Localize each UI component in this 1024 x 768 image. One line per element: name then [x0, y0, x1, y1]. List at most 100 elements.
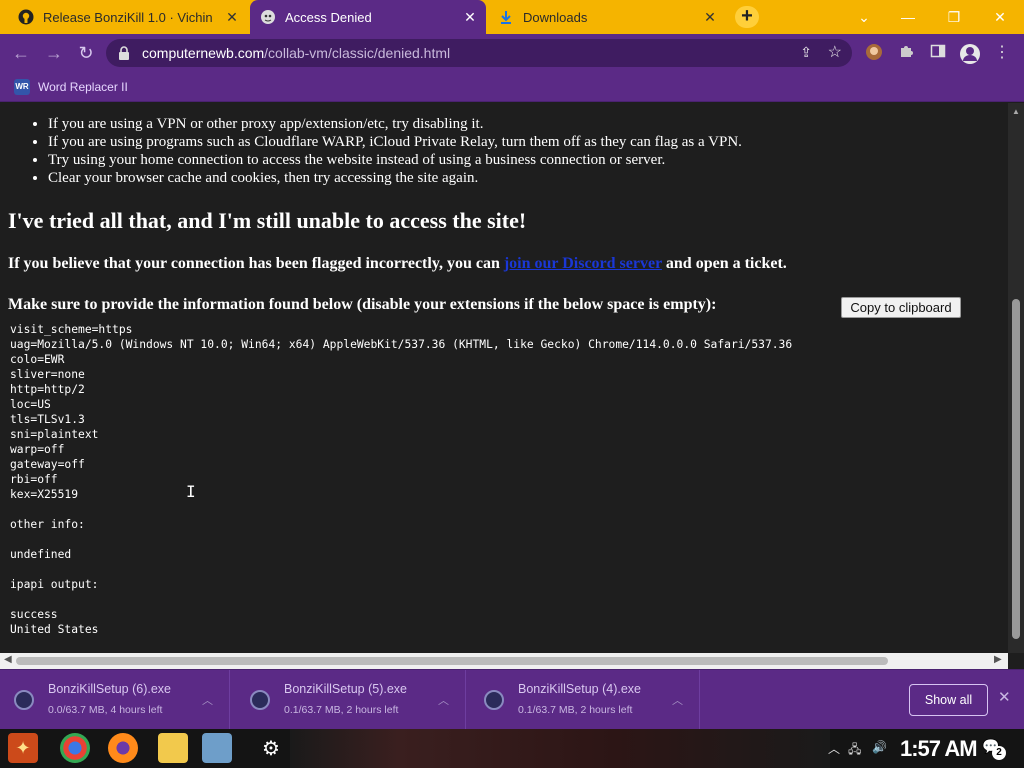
download-item[interactable]: BonziKillSetup (4).exe 0.1/63.7 MB, 2 ho… — [470, 670, 700, 730]
download-progress-text: 0.1/63.7 MB, 2 hours left — [518, 704, 633, 716]
tab-github-release[interactable]: Release BonziKill 1.0 · Vichingo455 ✕ — [8, 0, 248, 34]
download-progress-text: 0.0/63.7 MB, 4 hours left — [48, 704, 163, 716]
info-line — [10, 502, 1000, 517]
start-menu-icon[interactable]: ✦ — [8, 733, 38, 763]
chevron-up-icon[interactable]: ︿ — [438, 692, 449, 708]
maximize-button[interactable]: ❐ — [944, 7, 964, 27]
notification-icon[interactable]: 💬 2 — [982, 738, 1006, 760]
download-filename: BonziKillSetup (4).exe — [518, 682, 641, 696]
new-tab-button[interactable]: + — [735, 6, 759, 28]
info-paragraph: Make sure to provide the information fou… — [8, 296, 717, 313]
taskbar: ✦ ⚙ ︿ 🖧 🔊 1:57 AM 💬 2 — [0, 729, 1024, 768]
ticket-paragraph: If you believe that your connection has … — [8, 255, 787, 273]
installer-file-icon — [14, 690, 34, 710]
taskbar-wallpaper-band — [290, 729, 830, 768]
info-line: undefined — [10, 548, 72, 561]
download-shelf: BonziKillSetup (6).exe 0.0/63.7 MB, 4 ho… — [0, 669, 1024, 730]
menu-kebab-icon[interactable]: ⋮ — [992, 43, 1012, 63]
tab-close-icon[interactable]: ✕ — [702, 9, 718, 25]
close-window-button[interactable]: ✕ — [990, 7, 1010, 27]
vertical-scroll-thumb[interactable] — [1012, 299, 1020, 639]
volume-icon[interactable]: 🔊 — [872, 740, 887, 754]
discord-link[interactable]: join our Discord server — [504, 255, 662, 272]
list-item: If you are using programs such as Cloudf… — [48, 133, 742, 151]
info-line: uag=Mozilla/5.0 (Windows NT 10.0; Win64;… — [10, 338, 793, 351]
side-panel-icon[interactable] — [928, 43, 948, 63]
info-line: loc=US — [10, 398, 51, 411]
scroll-up-arrow-icon[interactable]: ▲ — [1012, 107, 1020, 116]
file-explorer-icon[interactable] — [158, 733, 188, 763]
paint-icon[interactable] — [202, 733, 232, 763]
github-icon — [18, 9, 34, 25]
share-icon[interactable]: ⇪ — [800, 44, 812, 61]
horizontal-scrollbar[interactable]: ◀ ▶ — [0, 653, 1008, 669]
tray-chevron-up-icon[interactable]: ︿ — [828, 740, 840, 757]
tab-close-icon[interactable]: ✕ — [224, 9, 240, 25]
horizontal-scroll-thumb[interactable] — [16, 657, 888, 665]
page-heading: I've tried all that, and I'm still unabl… — [8, 208, 527, 233]
info-line: gateway=off — [10, 458, 85, 471]
extension-avatar-icon[interactable] — [864, 43, 884, 63]
back-arrow-icon[interactable]: ← — [10, 42, 32, 64]
info-line — [10, 532, 1000, 547]
url-host: computernewb.com — [142, 45, 265, 61]
installer-file-icon — [250, 690, 270, 710]
extensions-puzzle-icon[interactable] — [896, 43, 916, 63]
word-replacer-icon: WR — [14, 79, 30, 95]
info-line: visit_scheme=https — [10, 323, 133, 336]
bookmark-label: Word Replacer II — [38, 80, 128, 94]
profile-avatar-icon[interactable] — [959, 43, 980, 64]
reload-icon[interactable]: ↻ — [75, 42, 97, 64]
minimize-button[interactable]: — — [898, 7, 918, 27]
download-item[interactable]: BonziKillSetup (6).exe 0.0/63.7 MB, 4 ho… — [0, 670, 230, 730]
tab-title: Release BonziKill 1.0 · Vichingo455 — [43, 9, 213, 25]
download-filename: BonziKillSetup (6).exe — [48, 682, 171, 696]
vertical-scrollbar[interactable]: ▲ — [1008, 103, 1024, 653]
copy-to-clipboard-button[interactable]: Copy to clipboard — [841, 297, 961, 318]
list-item: Try using your home connection to access… — [48, 151, 742, 169]
chevron-up-icon[interactable]: ︿ — [202, 692, 213, 708]
show-all-downloads-button[interactable]: Show all — [909, 684, 988, 716]
download-item[interactable]: BonziKillSetup (5).exe 0.1/63.7 MB, 2 ho… — [236, 670, 466, 730]
bonzi-icon — [260, 9, 276, 25]
tab-access-denied[interactable]: Access Denied ✕ — [250, 0, 486, 34]
troubleshooting-list: If you are using a VPN or other proxy ap… — [48, 115, 742, 187]
info-line — [10, 592, 1000, 607]
info-line: United States — [10, 623, 99, 636]
url-text: computernewb.com/collab-vm/classic/denie… — [142, 45, 450, 61]
bookmark-star-icon[interactable]: ☆ — [828, 42, 842, 62]
close-shelf-icon[interactable]: ✕ — [998, 688, 1011, 706]
tab-title: Access Denied — [285, 9, 372, 25]
forward-arrow-icon[interactable]: → — [43, 42, 65, 64]
list-item: If you are using a VPN or other proxy ap… — [48, 115, 742, 133]
settings-gear-icon[interactable]: ⚙ — [256, 733, 286, 763]
address-bar[interactable]: computernewb.com/collab-vm/classic/denie… — [106, 39, 852, 67]
taskbar-clock[interactable]: 1:57 AM — [900, 736, 978, 762]
tab-downloads[interactable]: Downloads ✕ — [488, 0, 726, 34]
download-filename: BonziKillSetup (5).exe — [284, 682, 407, 696]
scroll-left-arrow-icon[interactable]: ◀ — [4, 654, 12, 665]
info-line: kex=X25519 — [10, 488, 79, 501]
info-line: tls=TLSv1.3 — [10, 413, 85, 426]
tab-strip: Release BonziKill 1.0 · Vichingo455 ✕ Ac… — [0, 0, 1024, 34]
ticket-text-after: and open a ticket. — [661, 255, 787, 272]
chrome-icon[interactable] — [60, 733, 90, 763]
connection-info-text[interactable]: visit_scheme=https uag=Mozilla/5.0 (Windo… — [10, 322, 1000, 637]
network-icon[interactable]: 🖧 — [848, 740, 861, 761]
browser-toolbar: ← → ↻ computernewb.com/collab-vm/classic… — [0, 34, 1024, 72]
info-line — [10, 562, 1000, 577]
bookmark-word-replacer[interactable]: WR Word Replacer II — [14, 77, 128, 97]
page-content: If you are using a VPN or other proxy ap… — [0, 103, 1008, 653]
firefox-icon[interactable] — [108, 733, 138, 763]
tab-close-icon[interactable]: ✕ — [462, 9, 478, 25]
info-line: sliver=none — [10, 368, 85, 381]
tab-title: Downloads — [523, 9, 588, 25]
installer-file-icon — [484, 690, 504, 710]
scroll-right-arrow-icon[interactable]: ▶ — [994, 654, 1002, 665]
chevron-down-icon[interactable]: ⌄ — [854, 7, 874, 27]
info-line: warp=off — [10, 443, 65, 456]
info-line: other info: — [10, 518, 85, 531]
chevron-up-icon[interactable]: ︿ — [672, 692, 683, 708]
browser-window: Release BonziKill 1.0 · Vichingo455 ✕ Ac… — [0, 0, 1024, 768]
info-line: http=http/2 — [10, 383, 85, 396]
